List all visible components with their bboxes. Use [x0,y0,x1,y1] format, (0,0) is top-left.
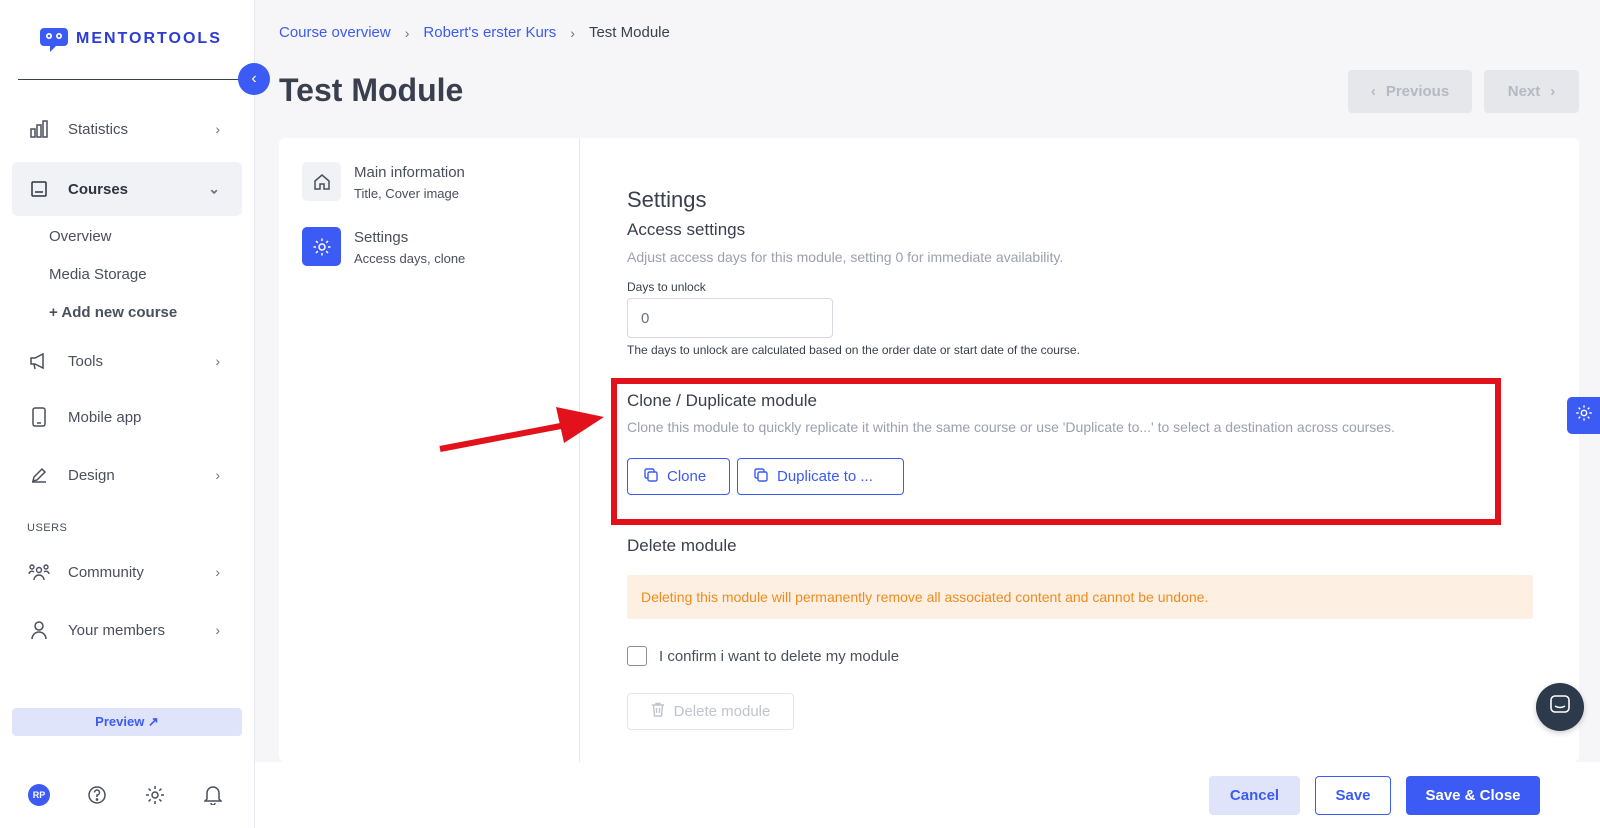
days-to-unlock-label: Days to unlock [627,280,706,294]
sidebar-item-label: Tools [68,352,104,370]
sidebar-item-courses[interactable]: Courses ⌄ [12,162,242,216]
sidebar-item-statistics[interactable]: Statistics › [12,102,242,156]
tab-title: Main information [354,164,465,181]
save-button[interactable]: Save [1315,776,1391,815]
sidebar-item-label: Your members [68,621,165,639]
chevron-right-icon: › [215,121,220,137]
avatar[interactable]: RP [28,784,50,806]
days-to-unlock-hint: The days to unlock are calculated based … [627,343,1080,357]
sidebar-item-community[interactable]: Community › [12,545,242,599]
duplicate-to-button[interactable]: Duplicate to ... [737,458,904,495]
user-icon [28,619,50,641]
confirm-delete-checkbox[interactable] [627,646,647,666]
chevron-left-icon: ‹ [251,70,257,87]
mentortools-logo-icon [38,24,70,54]
floating-settings-button[interactable] [1567,397,1600,434]
sidebar-item-label: Mobile app [68,408,142,426]
tab-settings[interactable]: Settings Access days, clone [302,227,465,266]
sidebar-item-tools[interactable]: Tools › [12,334,242,388]
tab-subtitle: Access days, clone [354,251,466,266]
add-new-course-link[interactable]: + Add new course [49,304,177,321]
book-icon [28,178,50,200]
sidebar: MENTORTOOLS Statistics › Courses ⌄ Overv… [0,0,255,828]
bottom-action-bar [255,762,1600,828]
previous-button[interactable]: ‹ Previous [1348,70,1472,113]
bell-icon[interactable] [202,784,224,806]
days-to-unlock-input[interactable] [627,298,833,338]
breadcrumb-course-overview[interactable]: Course overview [279,24,391,41]
trash-icon [651,702,665,721]
settings-gear-icon[interactable] [144,784,166,806]
tab-title: Settings [354,229,409,246]
sidebar-item-label: Statistics [68,120,129,138]
gear-icon [1575,404,1593,427]
cancel-button[interactable]: Cancel [1209,776,1300,815]
chevron-right-icon: › [215,353,220,369]
copy-icon [754,467,768,486]
breadcrumb-current: Test Module [588,24,670,41]
chevron-right-icon: › [215,467,220,483]
breadcrumb-course[interactable]: Robert's erster Kurs [423,24,556,41]
sidebar-item-mobile-app[interactable]: Mobile app [12,390,242,444]
chevron-left-icon: ‹ [1370,83,1376,100]
megaphone-icon [28,350,50,372]
chevron-right-icon: › [215,622,220,638]
home-icon [302,162,341,201]
sidebar-item-your-members[interactable]: Your members › [12,603,242,657]
confirm-delete-label[interactable]: I confirm i want to delete my module [659,648,899,665]
next-button[interactable]: Next › [1484,70,1579,113]
tab-subtitle: Title, Cover image [354,186,459,201]
logo-divider [18,79,240,80]
chevron-right-icon: › [1550,83,1556,100]
phone-icon [28,406,50,428]
clone-duplicate-heading: Clone / Duplicate module [627,391,817,410]
sidebar-item-label: Community [68,563,144,581]
chevron-right-icon: › [215,564,220,580]
sidebar-subitem-media-storage[interactable]: Media Storage [49,266,147,283]
chevron-right-icon: › [404,24,410,41]
chevron-right-icon: › [570,24,575,41]
sidebar-item-design[interactable]: Design › [12,448,242,502]
collapse-sidebar-button[interactable]: ‹ [238,63,270,95]
clone-duplicate-description: Clone this module to quickly replicate i… [627,419,1395,435]
community-icon [28,561,50,583]
annotation-arrow-icon [439,407,604,452]
breadcrumb: Course overview › Robert's erster Kurs ›… [279,24,670,41]
section-label-users: USERS [27,522,68,534]
sidebar-item-label: Design [68,466,115,484]
brand-name: MENTORTOOLS [76,30,222,47]
sidebar-subitem-overview[interactable]: Overview [49,228,112,245]
access-settings-description: Adjust access days for this module, sett… [627,249,1064,265]
delete-warning: Deleting this module will permanently re… [627,575,1533,619]
chevron-down-icon: ⌄ [208,180,220,197]
delete-module-button-label: Delete module [673,703,771,720]
sidebar-footer: RP [28,784,224,806]
settings-heading: Settings [627,187,707,212]
preview-button[interactable]: Preview ↗ [12,708,242,736]
pencil-icon [28,464,50,486]
confirm-delete-row: I confirm i want to delete my module [627,646,899,666]
clone-button-label: Clone [667,468,707,485]
delete-module-heading: Delete module [627,536,737,555]
copy-icon [644,467,658,486]
tab-main-information[interactable]: Main information Title, Cover image [302,162,465,201]
chat-widget-button[interactable] [1536,683,1584,731]
clone-button[interactable]: Clone [627,458,730,495]
bar-chart-icon [28,118,50,140]
access-settings-heading: Access settings [627,220,746,239]
logo[interactable]: MENTORTOOLS [38,24,222,54]
next-label: Next [1507,83,1541,100]
save-and-close-button[interactable]: Save & Close [1406,776,1540,815]
gear-icon [302,227,341,266]
delete-module-button[interactable]: Delete module [627,693,794,730]
chat-icon [1549,694,1571,721]
duplicate-to-button-label: Duplicate to ... [777,468,873,485]
help-icon[interactable] [86,784,108,806]
previous-label: Previous [1385,83,1450,100]
sidebar-item-label: Courses [68,180,129,198]
page-title: Test Module [279,72,464,108]
